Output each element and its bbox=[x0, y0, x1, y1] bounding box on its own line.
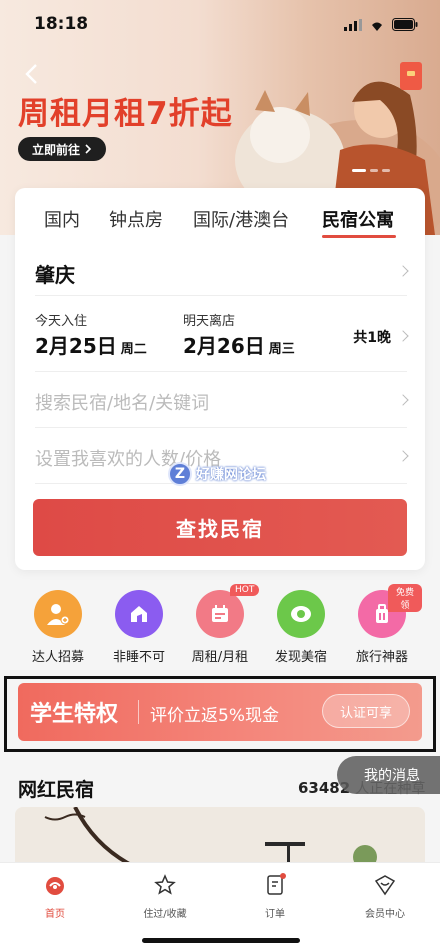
student-desc: 评价立返5%现金 bbox=[150, 706, 279, 726]
signal-icon bbox=[344, 18, 362, 31]
checkout-weekday: 周三 bbox=[268, 342, 295, 357]
nights-count: 共1晚 bbox=[353, 330, 391, 346]
checkout-label: 明天离店 bbox=[183, 314, 236, 329]
carousel-dots bbox=[352, 169, 390, 172]
person-add-icon bbox=[34, 590, 82, 638]
checkin-weekday: 周二 bbox=[120, 342, 147, 357]
keyword-search-field[interactable]: 搜索民宿/地名/关键词 bbox=[35, 372, 409, 428]
category-tabs: 国内 钟点房 国际/港澳台 民宿公寓 bbox=[15, 188, 425, 243]
house-icon bbox=[115, 590, 163, 638]
quick-item-weekly-monthly[interactable]: HOT 周租/月租 bbox=[180, 584, 260, 665]
status-time: 18:18 bbox=[34, 14, 89, 34]
wifi-icon bbox=[372, 22, 382, 31]
chevron-right-icon bbox=[397, 450, 409, 462]
quick-item-label: 非睡不可 bbox=[112, 650, 165, 665]
red-packet-icon[interactable] bbox=[400, 62, 422, 90]
order-icon bbox=[267, 873, 286, 895]
tab-international[interactable]: 国际/港澳台 bbox=[193, 206, 289, 232]
checkout-date-value: 2月26日 bbox=[183, 334, 265, 358]
tab-label: 会员中心 bbox=[365, 909, 405, 920]
home-indicator bbox=[142, 938, 300, 943]
verify-button[interactable]: 认证可享 bbox=[322, 694, 410, 728]
quick-item-discover[interactable]: 发现美宿 bbox=[261, 590, 341, 665]
tab-home[interactable]: 首页 bbox=[10, 873, 100, 920]
quick-item-label: 旅行神器 bbox=[355, 650, 408, 665]
tab-member-center[interactable]: 会员中心 bbox=[340, 873, 430, 920]
status-icons bbox=[344, 18, 418, 31]
booking-card: 国内 钟点房 国际/港澳台 民宿公寓 肇庆 今天入住 2月25日 周二 明天离店 … bbox=[15, 188, 425, 570]
section-title: 网红民宿 bbox=[18, 779, 95, 801]
find-homestay-button[interactable]: 查找民宿 bbox=[33, 499, 407, 556]
chevron-right-icon bbox=[85, 144, 92, 154]
city-selector[interactable]: 肇庆 bbox=[35, 245, 409, 296]
checkout-date: 2月26日 周三 bbox=[183, 330, 295, 359]
student-privilege-banner[interactable]: 学生特权 评价立返5%现金 认证可享 bbox=[18, 683, 422, 741]
watermark-text: 好赚网论坛 bbox=[196, 467, 266, 483]
tab-domestic[interactable]: 国内 bbox=[44, 206, 80, 232]
date-selector[interactable]: 今天入住 2月25日 周二 明天离店 2月26日 周三 共1晚 bbox=[35, 296, 409, 372]
checkin-label: 今天入住 bbox=[35, 314, 88, 329]
checkin-date: 2月25日 周二 bbox=[35, 330, 147, 359]
banner-title: 周租月租7折起 bbox=[18, 96, 233, 132]
go-now-label: 立即前往 bbox=[31, 142, 80, 157]
forum-watermark: Z 好赚网论坛 bbox=[168, 462, 266, 486]
divider bbox=[138, 700, 139, 724]
student-title: 学生特权 bbox=[30, 702, 119, 727]
quick-item-expert-recruit[interactable]: 达人招募 bbox=[18, 590, 98, 665]
city-name: 肇庆 bbox=[35, 263, 75, 287]
chevron-right-icon bbox=[397, 330, 409, 342]
tab-homestay[interactable]: 民宿公寓 bbox=[322, 206, 394, 232]
hot-badge: HOT bbox=[230, 584, 260, 596]
calendar-icon bbox=[196, 590, 244, 638]
status-bar: 18:18 bbox=[0, 0, 440, 50]
checkin-date-value: 2月25日 bbox=[35, 334, 117, 358]
homestay-photo-image bbox=[15, 807, 425, 867]
member-icon bbox=[374, 875, 396, 896]
active-tab-indicator bbox=[322, 235, 396, 238]
tab-label: 首页 bbox=[45, 909, 65, 920]
quick-item-travel-gear[interactable]: 免费领 旅行神器 bbox=[342, 584, 422, 665]
tab-label: 订单 bbox=[265, 909, 285, 920]
quick-item-label: 发现美宿 bbox=[274, 650, 327, 665]
chevron-right-icon bbox=[397, 394, 409, 406]
go-now-button[interactable]: 立即前往 bbox=[18, 137, 106, 161]
tab-stayed-favorites[interactable]: 住过/收藏 bbox=[120, 873, 210, 920]
star-icon bbox=[154, 874, 176, 895]
keyword-placeholder: 搜索民宿/地名/关键词 bbox=[35, 393, 210, 414]
my-messages-button[interactable]: 我的消息 bbox=[337, 756, 440, 794]
battery-icon bbox=[392, 18, 418, 31]
tab-orders[interactable]: 订单 bbox=[230, 873, 320, 920]
eye-icon bbox=[277, 590, 325, 638]
tab-hourly[interactable]: 钟点房 bbox=[109, 206, 163, 232]
quick-item-must-sleep[interactable]: 非睡不可 bbox=[99, 590, 179, 665]
homestay-photo[interactable] bbox=[15, 807, 425, 867]
quick-item-label: 达人招募 bbox=[31, 650, 84, 665]
back-chevron-icon[interactable] bbox=[20, 62, 44, 86]
chevron-right-icon bbox=[397, 265, 409, 277]
tab-label: 住过/收藏 bbox=[143, 909, 187, 920]
watermark-logo: Z bbox=[168, 462, 192, 486]
home-icon bbox=[46, 877, 64, 895]
free-badge: 免费领 bbox=[388, 584, 422, 612]
quick-entry-row: 达人招募 非睡不可 HOT 周租/月租 发现美宿 免费领 旅行神器 bbox=[0, 580, 440, 670]
quick-item-label: 周租/月租 bbox=[191, 650, 249, 665]
